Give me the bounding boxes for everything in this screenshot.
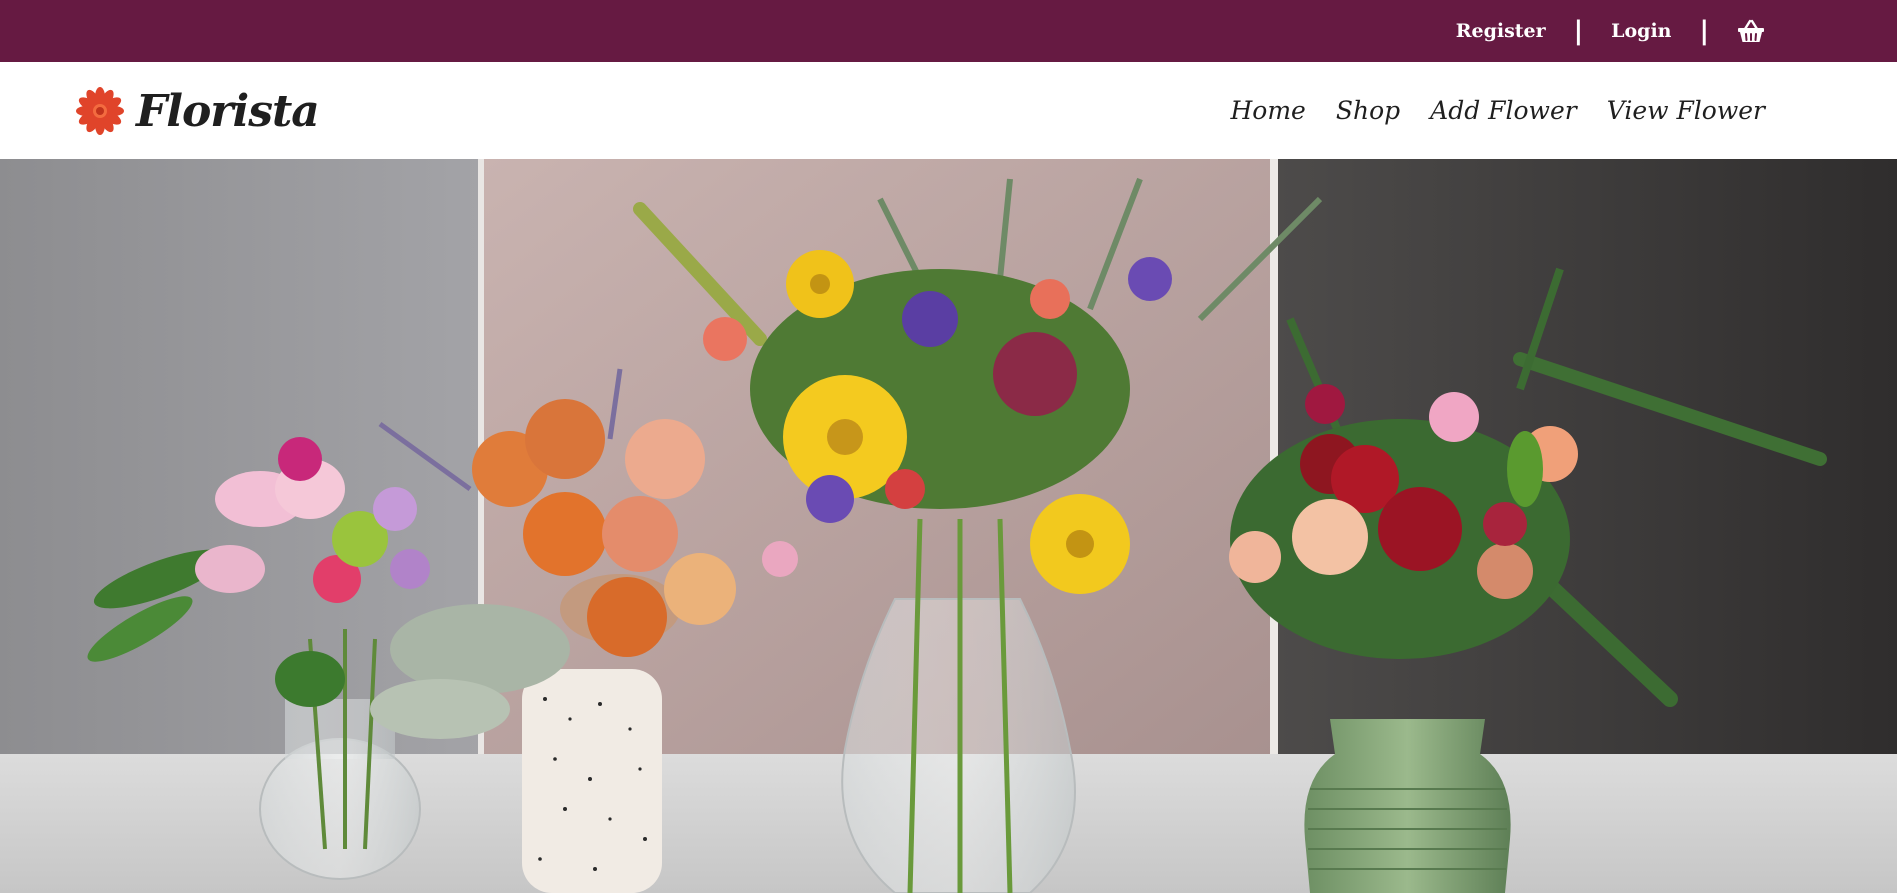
nav-item-home[interactable]: Home	[1231, 96, 1306, 125]
bouquets-illustration	[0, 159, 1897, 893]
nav-item-view-flower[interactable]: View Flower	[1607, 96, 1765, 125]
brand-name: Florista	[136, 85, 320, 137]
separator: |	[1699, 16, 1710, 46]
register-link[interactable]: Register	[1456, 20, 1546, 42]
hero-banner-image	[0, 159, 1897, 893]
main-nav: Home Shop Add Flower View Flower	[1231, 62, 1766, 159]
brand-logo[interactable]: Florista	[76, 84, 320, 138]
shopping-basket-icon[interactable]	[1737, 18, 1765, 44]
main-navbar: Florista Home Shop Add Flower View Flowe…	[0, 62, 1897, 159]
nav-item-shop[interactable]: Shop	[1336, 96, 1400, 125]
red-flower-icon	[76, 87, 124, 135]
separator: |	[1573, 16, 1584, 46]
nav-item-add-flower[interactable]: Add Flower	[1430, 96, 1577, 125]
account-links: Register | Login |	[1456, 0, 1765, 62]
login-link[interactable]: Login	[1611, 20, 1671, 42]
top-bar: Register | Login |	[0, 0, 1897, 62]
